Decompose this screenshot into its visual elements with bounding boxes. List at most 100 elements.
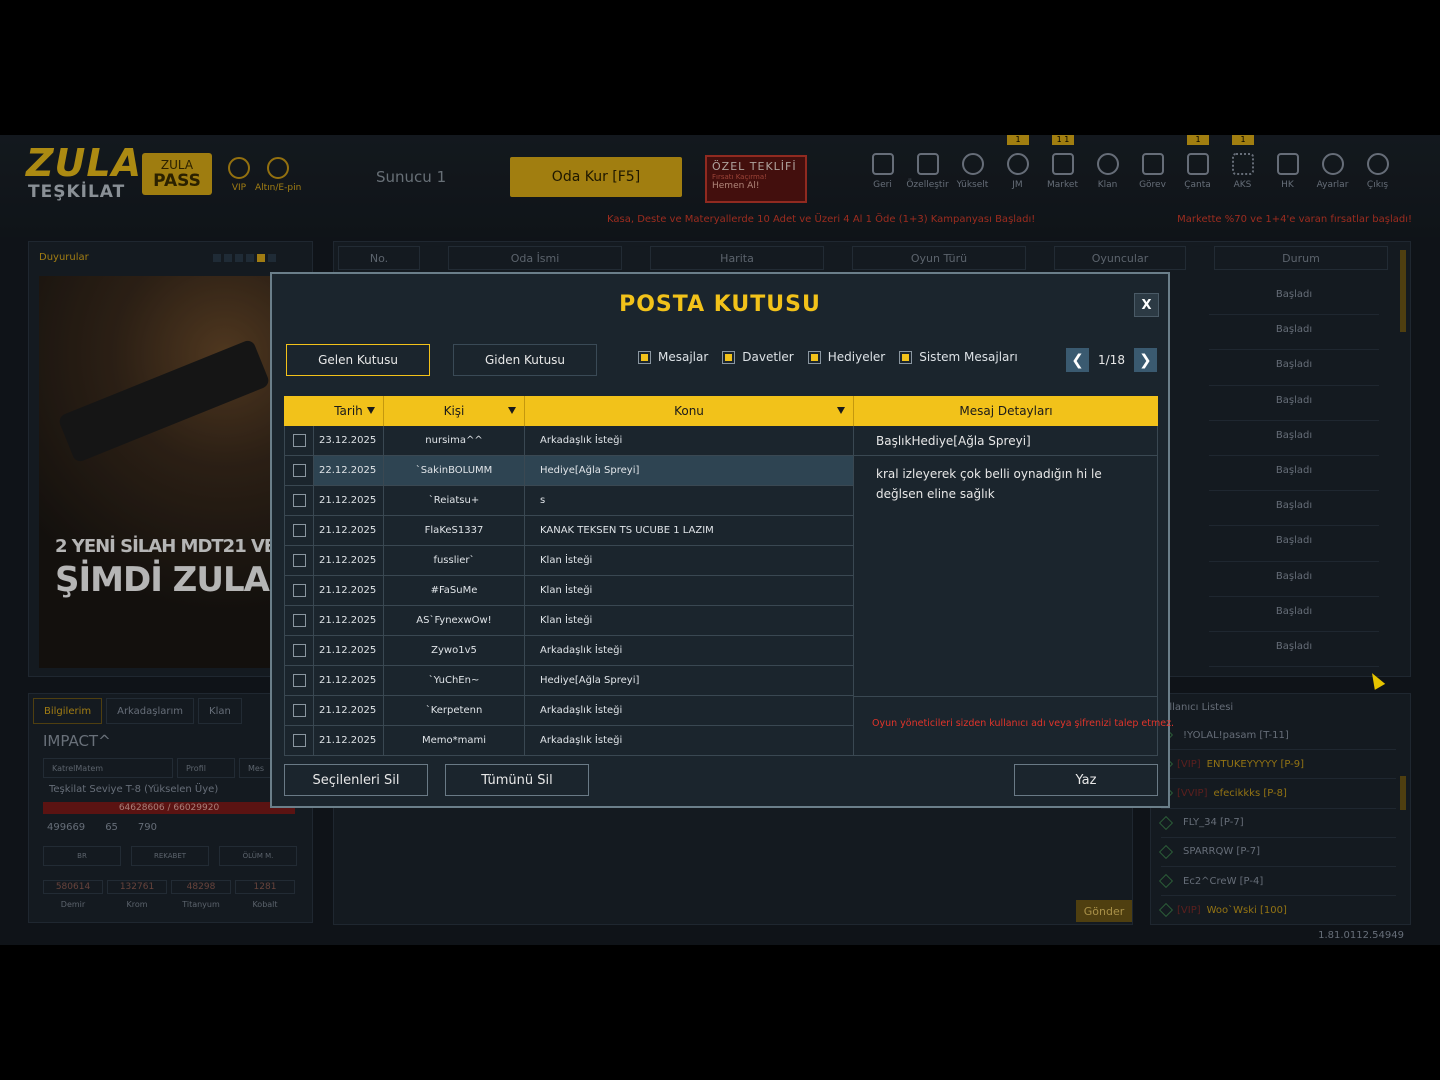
- mail-subject: Arkadaşlık İsteği: [525, 426, 854, 456]
- mail-date: 21.12.2025: [314, 636, 384, 666]
- col-subject[interactable]: Konu: [525, 396, 854, 426]
- col-person[interactable]: Kişi: [384, 396, 525, 426]
- mail-date: 21.12.2025: [314, 546, 384, 576]
- mail-subject: KANAK TEKSEN TS UCUBE 1 LAZIM: [525, 516, 854, 546]
- delete-selected-button[interactable]: Seçilenleri Sil: [284, 764, 428, 796]
- sort-down-icon[interactable]: [837, 407, 845, 414]
- mail-table-header: Tarih Kişi Konu Mesaj Detayları: [284, 396, 1158, 426]
- col-details: Mesaj Detayları: [959, 404, 1053, 418]
- mail-subject: Klan İsteği: [525, 576, 854, 606]
- checkbox-checked[interactable]: [638, 350, 651, 364]
- mail-subject: Arkadaşlık İsteği: [525, 636, 854, 666]
- message-detail-panel: BaşlıkHediye[Ağla Spreyi] kral izleyerek…: [854, 426, 1174, 756]
- filter-gifts[interactable]: Hediyeler: [807, 350, 886, 364]
- tab-outbox[interactable]: Giden Kutusu: [453, 344, 597, 376]
- row-checkbox[interactable]: [292, 704, 306, 717]
- row-select: [284, 666, 314, 696]
- prev-page-button[interactable]: ❮: [1066, 348, 1089, 372]
- mail-date: 21.12.2025: [314, 606, 384, 636]
- close-button[interactable]: X: [1134, 293, 1159, 317]
- row-checkbox[interactable]: [292, 584, 306, 597]
- row-checkbox[interactable]: [292, 614, 306, 627]
- detail-subject: BaşlıkHediye[Ağla Spreyi]: [854, 426, 1157, 456]
- row-select: [284, 426, 314, 456]
- row-checkbox[interactable]: [292, 734, 306, 747]
- col-subject-label: Konu: [674, 404, 704, 418]
- message-filters: Mesajlar Davetler Hediyeler Sistem Mesaj…: [638, 350, 1018, 364]
- chevron-right-icon: ❯: [1139, 351, 1152, 369]
- delete-all-button[interactable]: Tümünü Sil: [445, 764, 589, 796]
- mail-person: `Kerpetenn: [384, 696, 525, 726]
- mail-subject: Arkadaşlık İsteği: [525, 726, 854, 756]
- col-person-label: Kişi: [443, 404, 465, 418]
- mail-subject: Hediye[Ağla Spreyi]: [525, 456, 854, 486]
- mail-person: nursima^^: [384, 426, 525, 456]
- dialog-title: POSTA KUTUSU: [619, 292, 821, 317]
- tab-inbox[interactable]: Gelen Kutusu: [286, 344, 430, 376]
- mail-person: FlaKeS1337: [384, 516, 525, 546]
- mail-subject: Klan İsteği: [525, 546, 854, 576]
- row-select: [284, 726, 314, 756]
- row-checkbox[interactable]: [292, 674, 306, 687]
- filter-system-messages[interactable]: Sistem Mesajları: [899, 350, 1018, 364]
- row-select: [284, 606, 314, 636]
- row-checkbox[interactable]: [292, 464, 306, 477]
- mail-date: 21.12.2025: [314, 516, 384, 546]
- detail-body: kral izleyerek çok belli oynadığın hi le…: [876, 467, 1102, 501]
- mail-pager: ❮ 1/18 ❯: [1066, 348, 1157, 372]
- col-date-label: Tarih: [334, 404, 363, 418]
- checkbox-checked[interactable]: [899, 350, 913, 364]
- next-page-button[interactable]: ❯: [1133, 348, 1157, 372]
- mail-person: Memo*mami: [384, 726, 525, 756]
- mail-subject: Hediye[Ağla Spreyi]: [525, 666, 854, 696]
- chevron-left-icon: ❮: [1071, 351, 1084, 369]
- mail-date: 21.12.2025: [314, 726, 384, 756]
- filter-label: Hediyeler: [827, 350, 886, 364]
- mail-subject: Klan İsteği: [525, 606, 854, 636]
- row-checkbox[interactable]: [292, 524, 306, 537]
- mail-person: Zywo1v5: [384, 636, 525, 666]
- row-checkbox[interactable]: [292, 644, 306, 657]
- row-select: [284, 546, 314, 576]
- mail-date: 21.12.2025: [314, 576, 384, 606]
- row-checkbox[interactable]: [292, 434, 306, 447]
- sort-down-icon[interactable]: [367, 407, 375, 414]
- row-checkbox[interactable]: [292, 554, 306, 567]
- filter-label: Sistem Mesajları: [919, 350, 1018, 364]
- mail-person: `Reiatsu+: [384, 486, 525, 516]
- row-select: [284, 486, 314, 516]
- row-select: [284, 696, 314, 726]
- detail-divider: [854, 696, 1157, 697]
- filter-invites[interactable]: Davetler: [722, 350, 794, 364]
- row-select: [284, 576, 314, 606]
- mail-date: 22.12.2025: [314, 456, 384, 486]
- col-date[interactable]: Tarih: [314, 396, 384, 426]
- row-checkbox[interactable]: [292, 494, 306, 507]
- mail-date: 21.12.2025: [314, 696, 384, 726]
- row-select: [284, 516, 314, 546]
- security-warning: Oyun yöneticileri sizden kullanıcı adı v…: [872, 718, 1175, 729]
- filter-messages[interactable]: Mesajlar: [638, 350, 708, 364]
- checkbox-checked[interactable]: [807, 350, 821, 364]
- checkbox-checked[interactable]: [722, 350, 736, 364]
- row-select: [284, 636, 314, 666]
- mail-subject: s: [525, 486, 854, 516]
- mail-person: fusslier`: [384, 546, 525, 576]
- write-button[interactable]: Yaz: [1014, 764, 1158, 796]
- mail-table: Tarih Kişi Konu Mesaj Detayları 23.12.20…: [284, 396, 1174, 756]
- mail-subject: Arkadaşlık İsteği: [525, 696, 854, 726]
- sort-down-icon[interactable]: [508, 407, 516, 414]
- row-select: [284, 456, 314, 486]
- col-select: [284, 396, 314, 426]
- mailbox-dialog: POSTA KUTUSU X Gelen Kutusu Giden Kutusu…: [270, 272, 1174, 808]
- mail-date: 21.12.2025: [314, 666, 384, 696]
- mail-person: AS`FynexwOw!: [384, 606, 525, 636]
- mail-person: `YuChEn~: [384, 666, 525, 696]
- filter-label: Davetler: [742, 350, 794, 364]
- mail-date: 23.12.2025: [314, 426, 384, 456]
- mail-table-body: 23.12.2025 nursima^^ Arkadaşlık İsteği 22.…: [284, 426, 1174, 756]
- filter-label: Mesajlar: [658, 350, 709, 364]
- mail-person: #FaSuMe: [384, 576, 525, 606]
- mail-person: `SakinBOLUMM: [384, 456, 525, 486]
- page-indicator: 1/18: [1098, 353, 1125, 367]
